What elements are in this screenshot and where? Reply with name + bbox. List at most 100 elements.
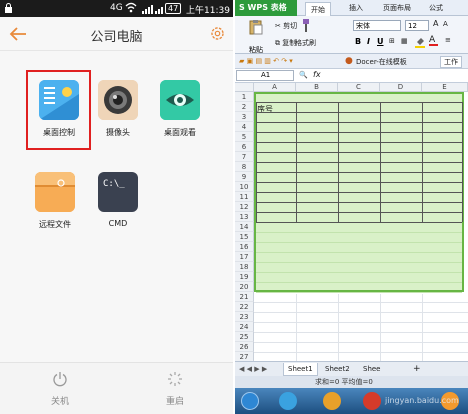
- gridline: [256, 282, 462, 283]
- row-header[interactable]: 21: [235, 292, 254, 302]
- table-border: [256, 112, 462, 113]
- row-header[interactable]: 22: [235, 302, 254, 312]
- font-size-select[interactable]: 12: [405, 20, 429, 31]
- row-header[interactable]: 14: [235, 222, 254, 232]
- font-name-select[interactable]: 宋体: [353, 20, 401, 31]
- app-label: 远程文件: [39, 220, 71, 229]
- row-header[interactable]: 19: [235, 272, 254, 282]
- italic-button[interactable]: I: [367, 37, 370, 46]
- fill-color-icon[interactable]: [415, 36, 425, 50]
- row-header[interactable]: 11: [235, 192, 254, 202]
- network-label: 4G: [110, 3, 123, 13]
- sheet-grid[interactable]: A B C D E 序号 1 2 3 4 5 6 7 8 9 10 11 12 13 14 15 16 17 18…: [235, 83, 468, 363]
- cell-name-box[interactable]: A1: [236, 70, 294, 81]
- row-header[interactable]: 2: [235, 102, 254, 112]
- paste-button[interactable]: 粘贴: [241, 19, 271, 55]
- format-painter-label[interactable]: 格式刷: [295, 38, 316, 48]
- row-header[interactable]: 26: [235, 342, 254, 352]
- corner-cell[interactable]: [235, 83, 254, 92]
- shrink-font-icon[interactable]: A: [443, 20, 448, 28]
- column-header-b[interactable]: B: [296, 83, 338, 92]
- app-camera[interactable]: 摄像头: [90, 80, 146, 138]
- column-header-a[interactable]: A: [254, 83, 296, 92]
- tab-formula[interactable]: 公式: [429, 3, 443, 13]
- sheet-nav-icons[interactable]: ◀ ◀ ▶ ▶: [239, 365, 267, 373]
- app-icon[interactable]: [363, 392, 381, 410]
- column-header-d[interactable]: D: [380, 83, 422, 92]
- row-header[interactable]: 3: [235, 112, 254, 122]
- sheet-tab-3[interactable]: Shee: [359, 363, 385, 376]
- row-header[interactable]: 24: [235, 322, 254, 332]
- row-header[interactable]: 18: [235, 262, 254, 272]
- tab-home[interactable]: 开始: [305, 2, 331, 16]
- row-header[interactable]: 9: [235, 172, 254, 182]
- app-label: 桌面观看: [164, 128, 196, 137]
- row-header[interactable]: 6: [235, 142, 254, 152]
- font-color-icon[interactable]: A: [429, 35, 438, 46]
- sheet-tab-2[interactable]: Sheet2: [321, 363, 354, 376]
- row-header[interactable]: 16: [235, 242, 254, 252]
- copy-button[interactable]: ⧉ 复制: [275, 38, 296, 48]
- row-header[interactable]: 10: [235, 182, 254, 192]
- row-header[interactable]: 20: [235, 282, 254, 292]
- zoom-icon[interactable]: 🔍: [299, 71, 308, 79]
- table-border: [422, 102, 423, 222]
- eye-icon: [160, 80, 200, 120]
- start-icon[interactable]: [241, 392, 259, 410]
- app-header: 公司电脑: [0, 17, 233, 51]
- add-sheet-icon[interactable]: +: [413, 364, 421, 374]
- quick-icons[interactable]: ▰ ▣ ▤ ▥ ↶ ↷ ▾: [239, 57, 293, 65]
- tab-page-layout[interactable]: 页面布局: [383, 3, 411, 13]
- border-icon[interactable]: ⊞: [389, 37, 395, 45]
- cut-label: 剪切: [283, 22, 298, 30]
- cut-button[interactable]: ✂ 剪切: [275, 21, 297, 31]
- fx-icon[interactable]: fx: [313, 70, 321, 79]
- gridline: [254, 332, 468, 333]
- shutdown-button[interactable]: 关机: [30, 371, 90, 407]
- wps-spreadsheet: S WPS 表格 开始 插入 页面布局 公式 粘贴 ✂ 剪切 ⧉ 复制 格式刷 …: [235, 0, 468, 414]
- underline-button[interactable]: U: [377, 37, 384, 46]
- explorer-icon[interactable]: [323, 392, 341, 410]
- row-header[interactable]: 17: [235, 252, 254, 262]
- grow-font-icon[interactable]: A: [433, 19, 438, 28]
- app-desktop-view[interactable]: 桌面观看: [152, 80, 208, 138]
- sheet-tabs: ◀ ◀ ▶ ▶ Sheet1 Sheet2 Shee +: [235, 361, 468, 376]
- row-header[interactable]: 7: [235, 152, 254, 162]
- bold-button[interactable]: B: [355, 37, 361, 46]
- row-header[interactable]: 23: [235, 312, 254, 322]
- ribbon: 粘贴 ✂ 剪切 ⧉ 复制 格式刷 宋体 12 A A B I U ⊞ ▦ A ≡: [235, 16, 468, 54]
- align-icon[interactable]: ≡: [445, 36, 451, 44]
- row-header[interactable]: 4: [235, 122, 254, 132]
- table-border: [256, 142, 462, 143]
- gear-icon[interactable]: [209, 25, 226, 42]
- docer-tab[interactable]: Docer-在线模板: [356, 57, 407, 67]
- tab-insert[interactable]: 插入: [349, 3, 363, 13]
- column-header-c[interactable]: C: [338, 83, 380, 92]
- format-painter-icon[interactable]: [301, 19, 311, 35]
- table-border: [256, 222, 462, 223]
- app-remote-files[interactable]: 远程文件: [27, 172, 83, 230]
- row-header[interactable]: 25: [235, 332, 254, 342]
- folder-icon: [35, 172, 75, 212]
- app-cmd[interactable]: C:\_ CMD: [90, 172, 146, 228]
- row-header[interactable]: 5: [235, 132, 254, 142]
- gridline: [256, 242, 462, 243]
- row-header[interactable]: 12: [235, 202, 254, 212]
- row-header[interactable]: 1: [235, 92, 254, 102]
- camera-icon: [98, 80, 138, 120]
- cell-a2[interactable]: 序号: [257, 104, 273, 115]
- restart-button[interactable]: 重启: [145, 371, 205, 407]
- wps-menu-button[interactable]: S WPS 表格: [235, 0, 297, 16]
- ie-icon[interactable]: [279, 392, 297, 410]
- merge-icon[interactable]: ▦: [401, 37, 408, 45]
- row-header[interactable]: 15: [235, 232, 254, 242]
- column-header-e[interactable]: E: [422, 83, 468, 92]
- gridline: [254, 312, 468, 313]
- row-header[interactable]: 8: [235, 162, 254, 172]
- row-header[interactable]: 13: [235, 212, 254, 222]
- sheet-tab-1[interactable]: Sheet1: [283, 363, 318, 376]
- terminal-icon-text: C:\_: [103, 179, 125, 189]
- docer-icon: ●: [345, 56, 353, 66]
- workbook-tab[interactable]: 工作: [440, 56, 462, 68]
- table-border: [256, 202, 462, 203]
